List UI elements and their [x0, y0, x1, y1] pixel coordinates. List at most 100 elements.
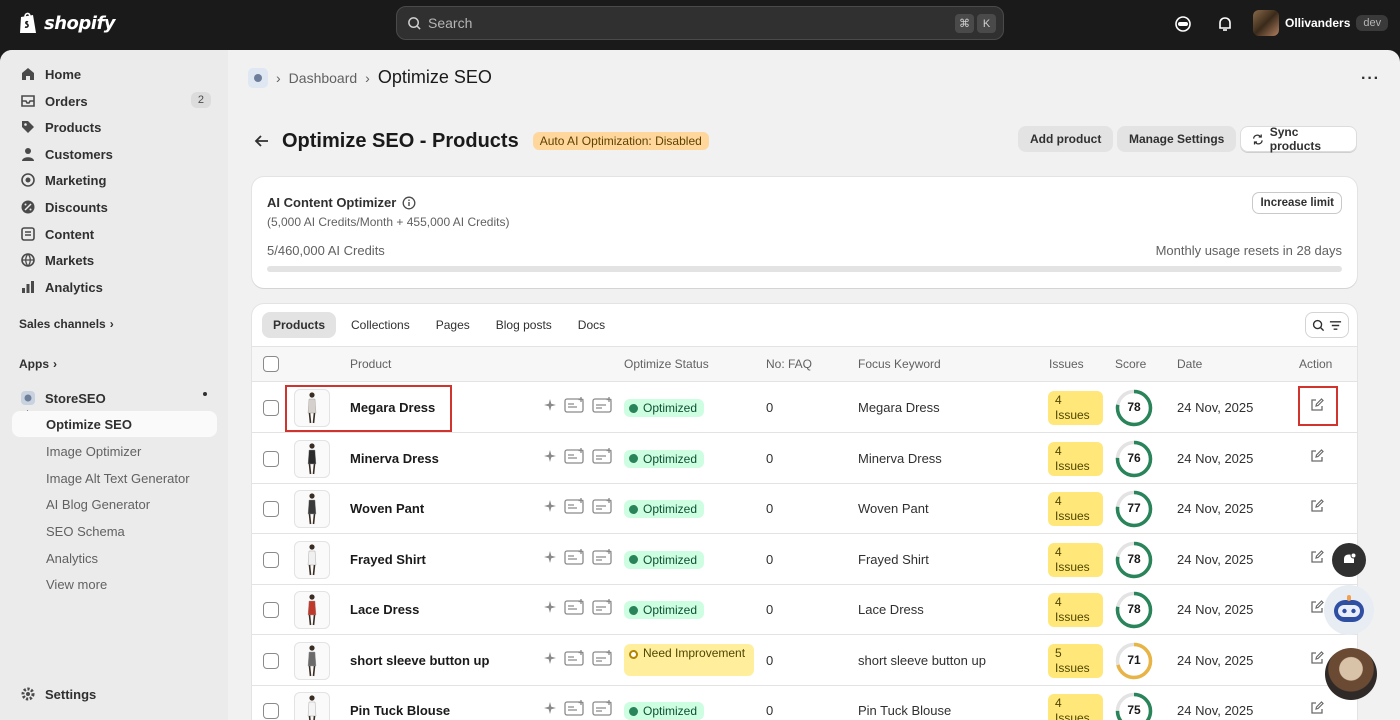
sidebar-sub-seo-schema[interactable]: SEO Schema — [12, 518, 217, 544]
sidekick-icon[interactable] — [1174, 15, 1192, 33]
ai-sparkle-icon[interactable] — [542, 397, 558, 413]
sidebar-sub-image-optimizer[interactable]: Image Optimizer — [12, 438, 217, 464]
row-checkbox[interactable] — [263, 652, 279, 669]
product-name[interactable]: Lace Dress — [350, 602, 419, 617]
bell-icon[interactable] — [1216, 15, 1234, 33]
sidebar-item-settings[interactable]: Settings — [12, 681, 217, 707]
increase-limit-button[interactable]: Increase limit — [1252, 192, 1342, 214]
edit-icon[interactable] — [1309, 448, 1325, 464]
chatbot-fab[interactable] — [1324, 585, 1374, 635]
notification-bell-fab[interactable] — [1332, 543, 1366, 577]
edit-icon[interactable] — [1309, 700, 1325, 716]
store-menu[interactable]: Ollivanders dev — [1253, 10, 1389, 36]
back-arrow-icon[interactable] — [252, 131, 272, 151]
support-agent-avatar[interactable] — [1325, 648, 1377, 700]
ai-sparkle-icon[interactable] — [542, 448, 558, 464]
ai-content-icon[interactable] — [564, 699, 586, 717]
table-row[interactable]: Woven Pant Optimized 0 Woven Pant 4 Issu… — [252, 484, 1357, 534]
add-product-button[interactable]: Add product — [1018, 126, 1114, 152]
breadcrumb-dashboard[interactable]: Dashboard — [289, 70, 358, 86]
ai-content-icon[interactable] — [564, 598, 586, 616]
sales-channels-section[interactable]: Sales channels › — [19, 317, 114, 331]
shopify-logo[interactable]: shopify — [18, 11, 116, 35]
info-icon[interactable] — [402, 196, 416, 210]
product-thumbnail[interactable] — [294, 641, 330, 680]
sidebar-item-home[interactable]: Home — [12, 61, 217, 87]
product-name[interactable]: Woven Pant — [350, 501, 424, 516]
table-row[interactable]: Lace Dress Optimized 0 Lace Dress 4 Issu… — [252, 585, 1357, 635]
sidebar-item-content[interactable]: Content — [12, 221, 217, 247]
ai-image-alt-icon[interactable] — [592, 598, 614, 616]
ai-image-alt-icon[interactable] — [592, 396, 614, 414]
sidebar-item-products[interactable]: Products — [12, 114, 217, 140]
edit-icon[interactable] — [1309, 599, 1325, 615]
select-all-checkbox[interactable] — [263, 356, 279, 372]
issues-badge[interactable]: 4 Issues — [1048, 542, 1103, 577]
sidebar-item-discounts[interactable]: Discounts — [12, 194, 217, 220]
ai-image-alt-icon[interactable] — [592, 497, 614, 515]
edit-icon[interactable] — [1309, 549, 1325, 565]
issues-badge[interactable]: 4 Issues — [1048, 593, 1103, 627]
ai-image-alt-icon[interactable] — [592, 447, 614, 465]
sidebar-item-markets[interactable]: Markets — [12, 247, 217, 273]
issues-badge[interactable]: 4 Issues — [1048, 694, 1103, 720]
tab-pages[interactable]: Pages — [425, 312, 481, 338]
ai-content-icon[interactable] — [564, 649, 586, 667]
row-checkbox[interactable] — [263, 501, 279, 517]
product-name[interactable]: Pin Tuck Blouse — [350, 703, 450, 718]
ai-image-alt-icon[interactable] — [592, 649, 614, 667]
product-thumbnail[interactable] — [294, 591, 330, 629]
ai-sparkle-icon[interactable] — [542, 700, 558, 716]
ai-sparkle-icon[interactable] — [542, 599, 558, 615]
issues-badge[interactable]: 4 Issues — [1048, 391, 1103, 425]
ai-content-icon[interactable] — [564, 497, 586, 515]
row-checkbox[interactable] — [263, 551, 279, 568]
table-row[interactable]: Pin Tuck Blouse Optimized 0 Pin Tuck Blo… — [252, 686, 1357, 720]
product-thumbnail[interactable] — [294, 540, 330, 579]
row-checkbox[interactable] — [263, 602, 279, 618]
tab-products[interactable]: Products — [262, 312, 337, 338]
ai-content-icon[interactable] — [564, 396, 586, 414]
manage-settings-button[interactable]: Manage Settings — [1117, 126, 1237, 152]
ai-image-alt-icon[interactable] — [592, 699, 614, 717]
sidebar-sub-image-alt-text[interactable]: Image Alt Text Generator — [12, 465, 217, 491]
more-actions-icon[interactable]: ··· — [1361, 70, 1380, 88]
table-row[interactable]: short sleeve button up Need Improvement … — [252, 636, 1357, 686]
ai-content-icon[interactable] — [564, 548, 586, 566]
product-thumbnail[interactable] — [294, 439, 330, 478]
sidebar-item-storeseo[interactable]: StoreSEO — [12, 385, 217, 411]
storeseo-app-icon[interactable] — [248, 67, 268, 88]
sidebar-sub-analytics[interactable]: Analytics — [12, 545, 217, 571]
row-checkbox[interactable] — [263, 450, 279, 467]
table-row[interactable]: Frayed Shirt Optimized 0 Frayed Shirt 4 … — [252, 535, 1357, 585]
search-filter-button[interactable] — [1305, 312, 1349, 338]
sidebar-sub-ai-blog[interactable]: AI Blog Generator — [12, 491, 217, 517]
issues-badge[interactable]: 5 Issues — [1048, 643, 1103, 678]
sidebar-item-analytics[interactable]: Analytics — [12, 274, 217, 300]
edit-icon[interactable] — [1309, 498, 1325, 514]
product-name[interactable]: Frayed Shirt — [350, 552, 426, 567]
issues-badge[interactable]: 4 Issues — [1048, 492, 1103, 526]
apps-section[interactable]: Apps › — [19, 357, 57, 371]
sidebar-sub-optimize-seo[interactable]: Optimize SEO — [12, 411, 217, 437]
ai-sparkle-icon[interactable] — [542, 549, 558, 565]
tab-collections[interactable]: Collections — [340, 312, 421, 338]
product-thumbnail[interactable] — [294, 490, 330, 528]
ai-image-alt-icon[interactable] — [592, 548, 614, 566]
product-thumbnail[interactable] — [294, 692, 330, 720]
sidebar-item-customers[interactable]: Customers — [12, 141, 217, 167]
ai-sparkle-icon[interactable] — [542, 650, 558, 666]
issues-badge[interactable]: 4 Issues — [1048, 441, 1103, 476]
tab-blog-posts[interactable]: Blog posts — [485, 312, 563, 338]
row-checkbox[interactable] — [263, 703, 279, 719]
row-checkbox[interactable] — [263, 400, 279, 416]
ai-sparkle-icon[interactable] — [542, 498, 558, 514]
sidebar-item-marketing[interactable]: Marketing — [12, 167, 217, 193]
sidebar-item-orders[interactable]: Orders 2 — [12, 88, 217, 114]
table-row[interactable]: Minerva Dress Optimized 0 Minerva Dress … — [252, 434, 1357, 484]
search-input[interactable]: Search ⌘ K — [396, 6, 1004, 40]
sync-products-button[interactable]: Sync products — [1240, 125, 1357, 153]
tab-docs[interactable]: Docs — [567, 312, 616, 338]
edit-icon[interactable] — [1309, 650, 1325, 666]
product-name[interactable]: Minerva Dress — [350, 451, 439, 466]
